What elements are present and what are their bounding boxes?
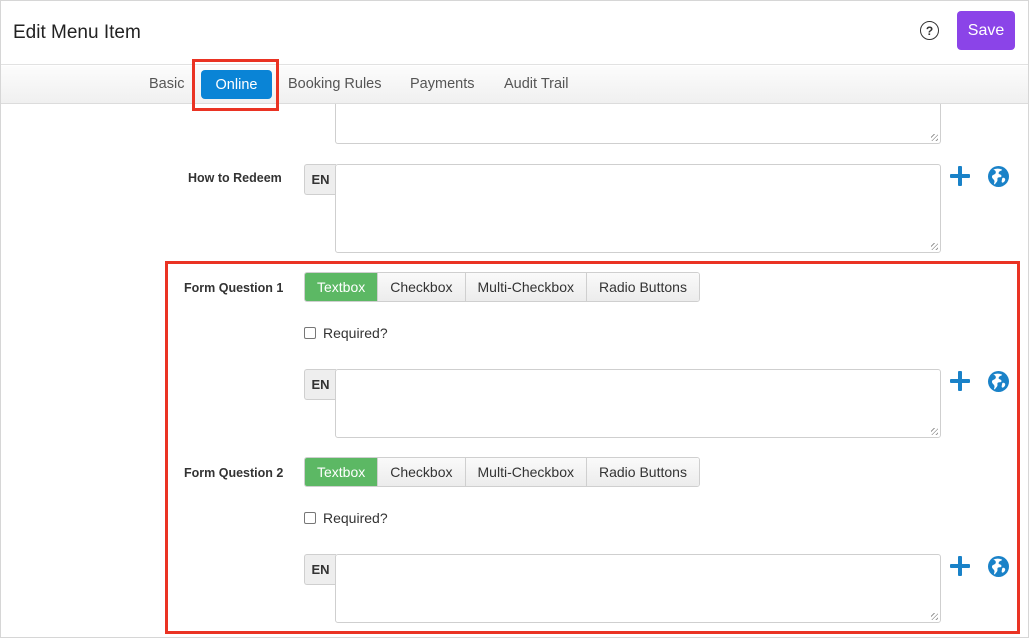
type-textbox-button[interactable]: Textbox <box>305 273 378 301</box>
required-checkbox-row[interactable]: Required? <box>304 510 388 526</box>
type-checkbox-button[interactable]: Checkbox <box>377 458 465 486</box>
plus-icon[interactable] <box>950 371 970 391</box>
plus-icon[interactable] <box>950 556 970 576</box>
type-textbox-button[interactable]: Textbox <box>305 458 378 486</box>
save-button[interactable]: Save <box>957 11 1015 50</box>
online-tab-highlight <box>192 59 279 111</box>
type-multi-checkbox-button[interactable]: Multi-Checkbox <box>464 458 586 486</box>
form-question-1-textarea[interactable] <box>335 369 941 438</box>
form-question-1-label: Form Question 1 <box>184 281 284 295</box>
plus-icon[interactable] <box>950 166 970 186</box>
language-badge: EN <box>304 369 336 400</box>
required-checkbox[interactable] <box>304 512 316 524</box>
question-type-toggle: Textbox Checkbox Multi-Checkbox Radio Bu… <box>304 457 700 487</box>
how-to-redeem-label: How to Redeem <box>188 171 282 185</box>
form-question-2-textarea[interactable] <box>335 554 941 623</box>
required-checkbox-row[interactable]: Required? <box>304 325 388 341</box>
type-radio-buttons-button[interactable]: Radio Buttons <box>586 458 699 486</box>
required-checkbox[interactable] <box>304 327 316 339</box>
previous-field-textarea[interactable] <box>335 104 941 144</box>
required-label: Required? <box>323 510 388 526</box>
type-radio-buttons-button[interactable]: Radio Buttons <box>586 273 699 301</box>
tab-booking-rules[interactable]: Booking Rules <box>288 76 382 92</box>
form-question-2-label: Form Question 2 <box>184 466 284 480</box>
required-label: Required? <box>323 325 388 341</box>
globe-icon[interactable] <box>988 371 1009 392</box>
tab-basic[interactable]: Basic <box>149 76 184 92</box>
question-circle-icon[interactable]: ? <box>920 21 939 40</box>
type-checkbox-button[interactable]: Checkbox <box>377 273 465 301</box>
page-title: Edit Menu Item <box>13 22 141 43</box>
type-multi-checkbox-button[interactable]: Multi-Checkbox <box>464 273 586 301</box>
globe-icon[interactable] <box>988 556 1009 577</box>
tab-audit-trail[interactable]: Audit Trail <box>504 76 568 92</box>
language-badge: EN <box>304 554 336 585</box>
tab-bar: Basic Online Booking Rules Payments Audi… <box>1 66 1028 104</box>
globe-icon[interactable] <box>988 166 1009 187</box>
how-to-redeem-textarea[interactable] <box>335 164 941 253</box>
language-badge: EN <box>304 164 336 195</box>
question-type-toggle: Textbox Checkbox Multi-Checkbox Radio Bu… <box>304 272 700 302</box>
tab-payments[interactable]: Payments <box>410 76 474 92</box>
page-header: Edit Menu Item ? Save <box>1 1 1028 65</box>
